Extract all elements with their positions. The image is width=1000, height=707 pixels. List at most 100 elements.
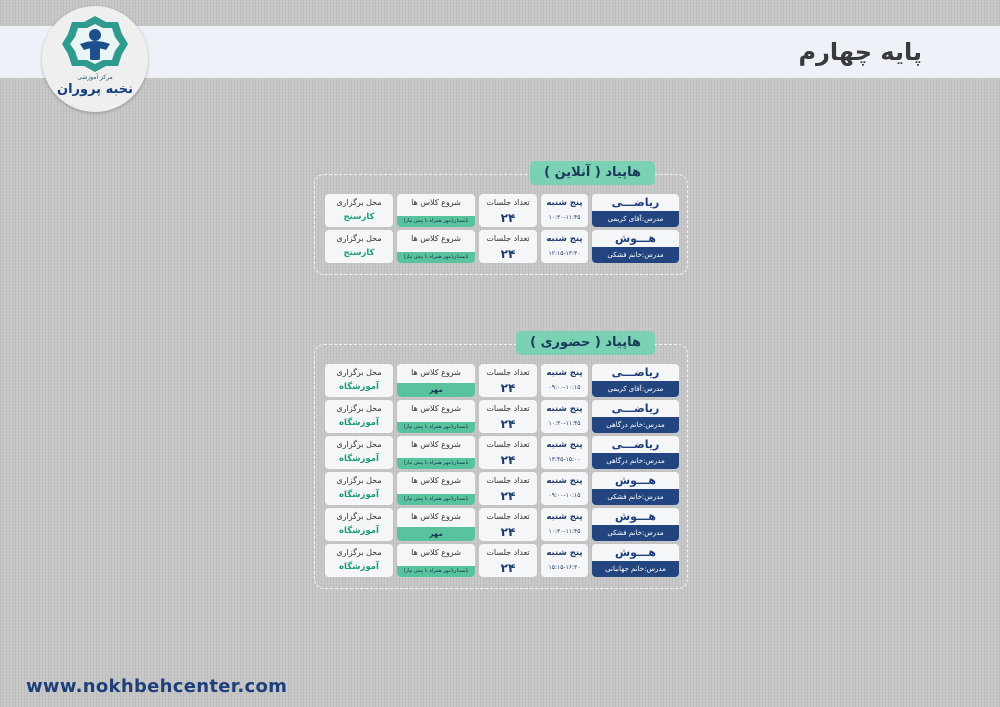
place-cell: محل برگزاری آموزشگاه [325, 472, 393, 505]
place-cell: محل برگزاری آموزشگاه [325, 508, 393, 541]
course-cell: هـــوش مدرس:خانم فشکی [592, 472, 679, 505]
session-count-label: تعداد جلسات [486, 476, 530, 485]
course-cell: ریاضـــی مدرس:آقای کریمی [592, 364, 679, 397]
course-teacher: مدرس:خانم فشکی [592, 247, 679, 263]
start-label: شروع کلاس ها [411, 476, 461, 485]
course-name: هـــوش [615, 232, 656, 245]
course-cell: ریاضـــی مدرس:خانم درگاهی [592, 436, 679, 469]
place-cell: محل برگزاری آموزشگاه [325, 400, 393, 433]
session-count-label: تعداد جلسات [486, 548, 530, 557]
day-label: پنج شنبه [546, 404, 583, 414]
course-name: هـــوش [615, 510, 656, 523]
place-cell: محل برگزاری کارسنج [325, 194, 393, 227]
day-cell: پنج شنبه ۱۵:۱۵-۱۶:۳۰ [541, 544, 588, 577]
day-cell: پنج شنبه ۰۹:۰۰-۱۰:۱۵ [541, 472, 588, 505]
website-link[interactable]: www.nokhbehcenter.com [26, 676, 287, 697]
start-label: شروع کلاس ها [411, 440, 461, 449]
session-count-label: تعداد جلسات [486, 512, 530, 521]
course-name: ریاضـــی [611, 366, 660, 379]
session-count-value: ۲۴ [500, 247, 516, 261]
start-label: شروع کلاس ها [411, 548, 461, 557]
place-cell: محل برگزاری آموزشگاه [325, 364, 393, 397]
course-name: ریاضـــی [611, 402, 660, 415]
online-section-tag: هاپیاد ( آنلاین ) [530, 161, 655, 185]
session-count-cell: تعداد جلسات ۲۴ [479, 230, 537, 263]
place-label: محل برگزاری [336, 476, 382, 485]
schedule-row: محل برگزاری آموزشگاه شروع کلاس ها مهر تع… [325, 364, 679, 397]
start-note: مهر [397, 383, 475, 397]
schedule-row: محل برگزاری آموزشگاه شروع کلاس ها تابستا… [325, 472, 679, 505]
place-cell: محل برگزاری کارسنج [325, 230, 393, 263]
time-range: ۱۲:۱۵-۱۳:۳۰ [548, 250, 581, 257]
course-cell: هـــوش مدرس:خانم جهانبانی [592, 544, 679, 577]
start-cell: شروع کلاس ها تابستان(مهر همراه با پیش نی… [397, 436, 475, 469]
inperson-section-tag: هاپیاد ( حضوری ) [516, 331, 655, 355]
place-label: محل برگزاری [336, 512, 382, 521]
session-count-cell: تعداد جلسات ۲۴ [479, 472, 537, 505]
schedule-row: محل برگزاری آموزشگاه شروع کلاس ها تابستا… [325, 400, 679, 433]
day-cell: پنج شنبه ۱۰:۳۰-۱۱:۴۵ [541, 194, 588, 227]
session-count-cell: تعداد جلسات ۲۴ [479, 194, 537, 227]
course-teacher: مدرس:آقای کریمی [592, 211, 679, 227]
course-cell: هـــوش مدرس:خانم فشکی [592, 508, 679, 541]
place-value: آموزشگاه [339, 382, 379, 392]
start-note: تابستان(مهر همراه با پیش نیاز) [397, 458, 475, 469]
time-range: ۱۰:۳۰-۱۱:۴۵ [548, 420, 581, 427]
session-count-value: ۲۴ [500, 211, 516, 225]
schedule-row: محل برگزاری آموزشگاه شروع کلاس ها تابستا… [325, 436, 679, 469]
course-teacher: مدرس:خانم جهانبانی [592, 561, 679, 577]
day-label: پنج شنبه [546, 198, 583, 208]
session-count-cell: تعداد جلسات ۲۴ [479, 364, 537, 397]
schedule-row: محل برگزاری آموزشگاه شروع کلاس ها تابستا… [325, 544, 679, 577]
start-cell: شروع کلاس ها مهر [397, 508, 475, 541]
session-count-cell: تعداد جلسات ۲۴ [479, 508, 537, 541]
session-count-value: ۲۴ [500, 525, 516, 539]
time-range: ۱۰:۳۰-۱۱:۴۵ [548, 528, 581, 535]
place-label: محل برگزاری [336, 198, 382, 207]
session-count-label: تعداد جلسات [486, 368, 530, 377]
start-cell: شروع کلاس ها تابستان(مهر همراه با پیش نی… [397, 544, 475, 577]
session-count-value: ۲۴ [500, 489, 516, 503]
place-cell: محل برگزاری آموزشگاه [325, 436, 393, 469]
place-value: آموزشگاه [339, 418, 379, 428]
logo-subtitle: مرکز آموزشی [77, 74, 113, 81]
session-count-value: ۲۴ [500, 381, 516, 395]
start-label: شروع کلاس ها [411, 198, 461, 207]
session-count-label: تعداد جلسات [486, 234, 530, 243]
place-label: محل برگزاری [336, 440, 382, 449]
session-count-cell: تعداد جلسات ۲۴ [479, 436, 537, 469]
course-cell: ریاضـــی مدرس:خانم درگاهی [592, 400, 679, 433]
course-cell: هـــوش مدرس:خانم فشکی [592, 230, 679, 263]
place-label: محل برگزاری [336, 234, 382, 243]
session-count-value: ۲۴ [500, 417, 516, 431]
day-label: پنج شنبه [546, 440, 583, 450]
course-name: ریاضـــی [611, 196, 660, 209]
time-range: ۰۹:۰۰-۱۰:۱۵ [548, 492, 581, 499]
place-value: کارسنج [343, 212, 375, 222]
start-note: مهر [397, 527, 475, 541]
course-name: ریاضـــی [611, 438, 660, 451]
place-label: محل برگزاری [336, 404, 382, 413]
course-teacher: مدرس:خانم درگاهی [592, 453, 679, 469]
place-label: محل برگزاری [336, 368, 382, 377]
session-count-value: ۲۴ [500, 561, 516, 575]
day-cell: پنج شنبه ۱۰:۳۰-۱۱:۴۵ [541, 508, 588, 541]
start-label: شروع کلاس ها [411, 234, 461, 243]
start-cell: شروع کلاس ها تابستان(مهر همراه با پیش نی… [397, 230, 475, 263]
place-value: کارسنج [343, 248, 375, 258]
start-cell: شروع کلاس ها مهر [397, 364, 475, 397]
start-cell: شروع کلاس ها تابستان(مهر همراه با پیش نی… [397, 400, 475, 433]
online-section: هاپیاد ( آنلاین ) محل برگزاری کارسنج شرو… [314, 161, 688, 275]
day-label: پنج شنبه [546, 512, 583, 522]
session-count-cell: تعداد جلسات ۲۴ [479, 544, 537, 577]
course-teacher: مدرس:خانم فشکی [592, 489, 679, 505]
session-count-label: تعداد جلسات [486, 198, 530, 207]
schedule-row: محل برگزاری کارسنج شروع کلاس ها تابستان(… [325, 194, 679, 227]
day-label: پنج شنبه [546, 548, 583, 558]
day-cell: پنج شنبه ۰۹:۰۰-۱۰:۱۵ [541, 364, 588, 397]
start-note: تابستان(مهر همراه با پیش نیاز) [397, 494, 475, 505]
day-cell: پنج شنبه ۱۲:۱۵-۱۳:۳۰ [541, 230, 588, 263]
start-note: تابستان(مهر همراه با پیش نیاز) [397, 252, 475, 263]
session-count-label: تعداد جلسات [486, 404, 530, 413]
session-count-value: ۲۴ [500, 453, 516, 467]
